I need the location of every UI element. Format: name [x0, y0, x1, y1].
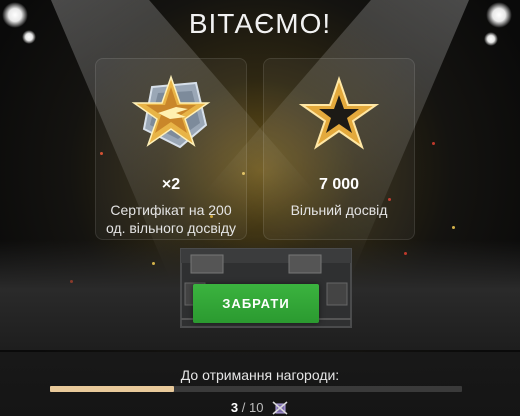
progress-separator: /	[241, 400, 246, 415]
progress-current: 3	[230, 400, 239, 415]
reward-amount: ×2	[161, 176, 181, 193]
confetti-spark	[432, 142, 435, 145]
confetti-spark	[404, 252, 407, 255]
page-title: ВІТАЄМО!	[188, 8, 332, 39]
confetti-spark	[70, 280, 73, 283]
silver-gold-star-medal-icon	[131, 74, 211, 149]
reward-amount: 7 000	[318, 176, 360, 193]
reward-description: Сертифікат на 200 од. вільного досвіду	[105, 202, 237, 236]
progress-track	[50, 386, 462, 392]
progress-total: 10	[249, 400, 264, 415]
progress-label: До отримання нагороди:	[180, 367, 340, 383]
gold-star-icon	[298, 75, 380, 150]
crossed-rewards-icon	[272, 401, 288, 415]
reward-card-certificate: ×2 Сертифікат на 200 од. вільного досвід…	[95, 58, 247, 240]
reward-description: Вільний досвід	[290, 202, 388, 218]
progress-panel: До отримання нагороди: 3 / 10	[0, 352, 520, 416]
confetti-spark	[152, 262, 155, 265]
claim-button[interactable]: ЗАБРАТИ	[193, 284, 319, 323]
reward-card-free-xp: 7 000 Вільний досвід	[263, 58, 415, 240]
confetti-spark	[452, 226, 455, 229]
progress-counter: 3 / 10	[0, 400, 520, 415]
progress-fill	[50, 386, 174, 392]
